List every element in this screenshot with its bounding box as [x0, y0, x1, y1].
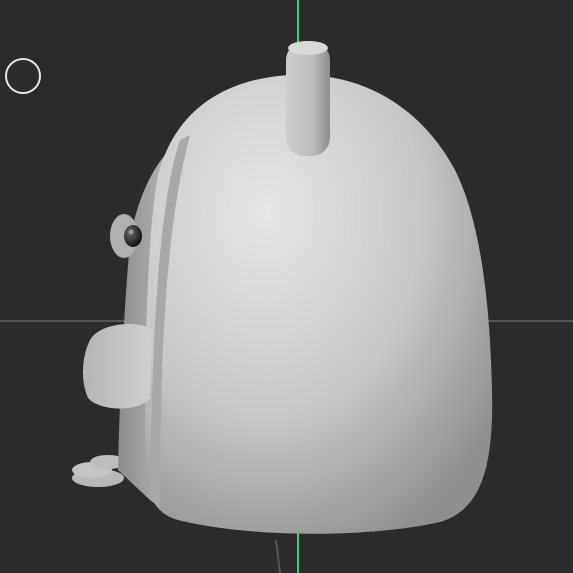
- 3d-viewport[interactable]: [0, 0, 573, 573]
- feet: [72, 455, 126, 487]
- grid-depth-line: [275, 539, 281, 573]
- viewport-canvas[interactable]: [0, 0, 573, 573]
- circle-gizmo-icon[interactable]: [5, 58, 41, 94]
- cheek: [82, 324, 152, 409]
- ear: [286, 41, 330, 156]
